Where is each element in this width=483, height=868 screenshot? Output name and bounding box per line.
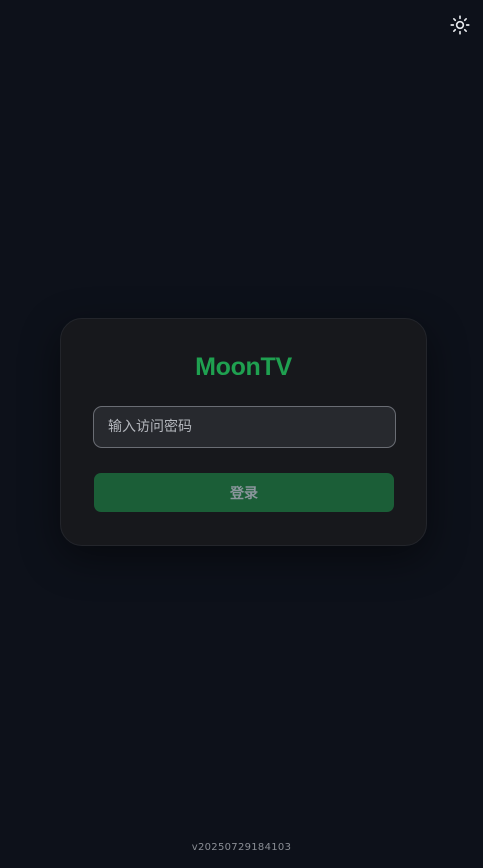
version-label: v20250729184103 [191, 842, 292, 853]
brand-title: MoonTV [195, 353, 292, 381]
login-button[interactable]: 登录 [94, 473, 394, 512]
login-card: MoonTV 登录 [60, 318, 427, 546]
password-input[interactable] [93, 406, 396, 448]
login-page: MoonTV 登录 v20250729184103 [0, 0, 483, 868]
sun-icon [450, 15, 470, 35]
theme-toggle-button[interactable] [447, 12, 473, 38]
